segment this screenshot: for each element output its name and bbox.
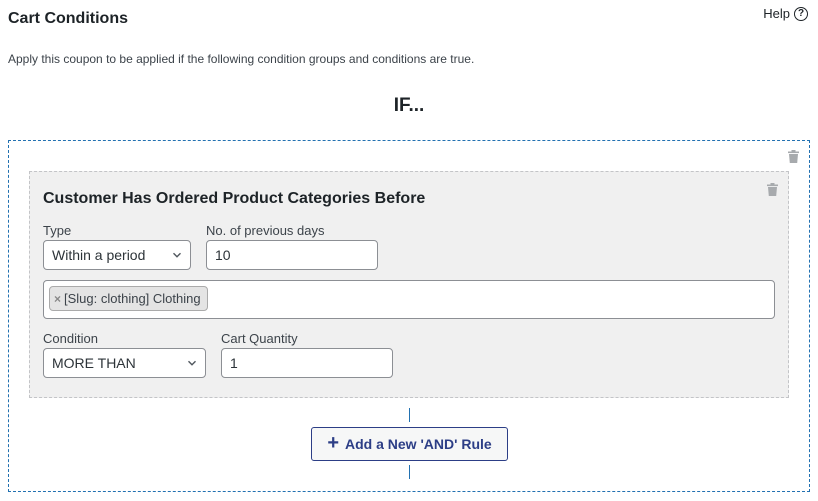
add-and-rule-label: Add a New 'AND' Rule xyxy=(345,436,492,452)
condition-group: Customer Has Ordered Product Categories … xyxy=(8,140,810,492)
condition-label: Condition xyxy=(43,331,98,346)
trash-icon[interactable] xyxy=(788,150,799,163)
category-tag-label: [Slug: clothing] Clothing xyxy=(64,291,201,306)
plus-icon: + xyxy=(327,432,339,454)
rule-title: Customer Has Ordered Product Categories … xyxy=(43,190,426,207)
categories-select[interactable]: × [Slug: clothing] Clothing xyxy=(43,280,775,319)
condition-select-value: MORE THAN xyxy=(52,355,136,371)
type-select-value: Within a period xyxy=(52,247,146,263)
condition-select[interactable]: MORE THAN xyxy=(43,348,206,378)
connector-line xyxy=(409,408,410,422)
question-circle-icon: ? xyxy=(794,6,808,21)
trash-icon[interactable] xyxy=(767,183,778,196)
if-label: IF... xyxy=(393,95,425,116)
previous-days-input[interactable]: 10 xyxy=(206,240,378,270)
page-title: Cart Conditions xyxy=(8,10,128,27)
add-and-rule-button[interactable]: + Add a New 'AND' Rule xyxy=(311,427,508,461)
chevron-down-icon xyxy=(188,360,196,366)
category-tag: × [Slug: clothing] Clothing xyxy=(49,286,208,311)
type-select[interactable]: Within a period xyxy=(43,240,191,270)
remove-tag-icon[interactable]: × xyxy=(54,292,61,306)
previous-days-label: No. of previous days xyxy=(206,223,325,238)
condition-rule: Customer Has Ordered Product Categories … xyxy=(29,171,789,398)
connector-line xyxy=(409,465,410,479)
cart-quantity-input[interactable]: 1 xyxy=(221,348,393,378)
type-label: Type xyxy=(43,223,72,238)
description: Apply this coupon to be applied if the f… xyxy=(8,52,475,66)
help-link[interactable]: Help ? xyxy=(763,6,808,21)
cart-quantity-label: Cart Quantity xyxy=(221,331,298,346)
chevron-down-icon xyxy=(173,252,181,258)
help-label: Help xyxy=(763,6,790,21)
